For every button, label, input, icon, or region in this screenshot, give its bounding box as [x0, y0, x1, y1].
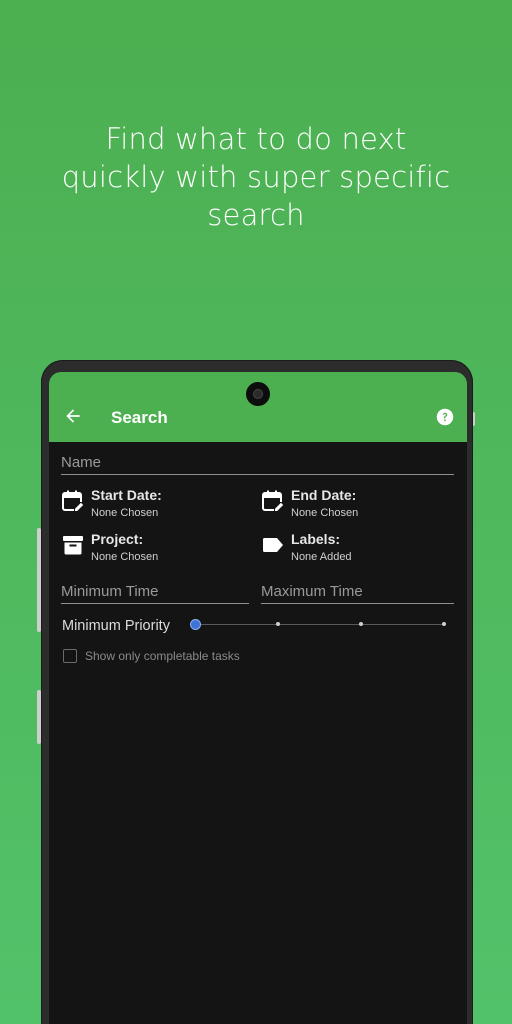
labels-value: None Added — [291, 551, 352, 563]
archive-box-icon — [63, 536, 83, 555]
headline-line-1: Find what to do next — [105, 122, 407, 156]
minimum-priority-slider[interactable] — [191, 618, 447, 632]
labels-chooser[interactable]: Labels: None Added — [261, 531, 451, 571]
arrow-left-icon[interactable] — [63, 406, 83, 426]
project-value: None Chosen — [91, 551, 159, 563]
slider-track — [195, 624, 445, 625]
calendar-edit-icon — [262, 490, 285, 513]
app-bar: Search — [49, 372, 467, 442]
page-title: Search — [111, 408, 168, 427]
slider-tick — [359, 622, 363, 626]
completable-tasks-label: Show only completable tasks — [85, 649, 240, 663]
project-chooser[interactable]: Project: None Chosen — [61, 531, 251, 571]
name-input[interactable]: Name — [61, 454, 454, 475]
end-date-chooser[interactable]: End Date: None Chosen — [261, 487, 451, 527]
calendar-edit-icon — [62, 490, 85, 513]
end-date-label: End Date: — [291, 487, 357, 503]
start-date-label: Start Date: — [91, 487, 162, 503]
labels-label: Labels: — [291, 531, 341, 547]
minimum-time-input[interactable]: Minimum Time — [61, 583, 249, 604]
headline-line-3: search — [207, 198, 305, 232]
slider-thumb[interactable] — [191, 620, 200, 629]
project-label: Project: — [91, 531, 144, 547]
maximum-time-input[interactable]: Maximum Time — [261, 583, 454, 604]
phone-screen: Search Name Start Date: None Chosen End … — [49, 372, 467, 1024]
end-date-value: None Chosen — [291, 507, 359, 519]
front-camera — [246, 382, 270, 406]
help-circle-icon[interactable] — [436, 408, 454, 426]
headline-line-2: quickly with super specific — [61, 160, 451, 194]
slider-tick — [276, 622, 280, 626]
completable-tasks-checkbox[interactable] — [63, 649, 77, 663]
label-tag-icon — [263, 538, 283, 552]
promo-headline: Find what to do next quickly with super … — [0, 120, 512, 234]
start-date-value: None Chosen — [91, 507, 159, 519]
start-date-chooser[interactable]: Start Date: None Chosen — [61, 487, 251, 527]
minimum-priority-label: Minimum Priority — [62, 618, 170, 634]
slider-tick — [442, 622, 446, 626]
